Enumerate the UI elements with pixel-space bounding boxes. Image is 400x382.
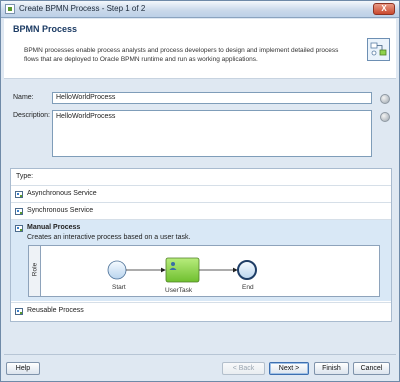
start-event-icon bbox=[107, 260, 127, 280]
app-icon bbox=[5, 4, 15, 14]
type-option-synchronous-service[interactable]: Synchronous Service bbox=[11, 202, 391, 219]
type-option-label: Asynchronous Service bbox=[27, 190, 97, 197]
create-bpmn-process-dialog: Create BPMN Process - Step 1 of 2 X BPMN… bbox=[0, 0, 400, 382]
window-title: Create BPMN Process - Step 1 of 2 bbox=[19, 4, 146, 13]
bpmn-process-icon bbox=[367, 38, 390, 61]
name-help-icon[interactable] bbox=[380, 94, 390, 104]
description-field[interactable]: HelloWorldProcess bbox=[52, 110, 372, 157]
type-option-label: Synchronous Service bbox=[27, 207, 94, 214]
type-panel: Type: Asynchronous Service Synchronous S… bbox=[10, 168, 392, 322]
end-event-icon bbox=[237, 260, 257, 280]
service-icon bbox=[15, 191, 23, 198]
finish-button[interactable]: Finish bbox=[314, 362, 349, 375]
help-button[interactable]: Help bbox=[6, 362, 40, 375]
name-label: Name: bbox=[13, 94, 34, 101]
start-event-label: Start bbox=[112, 284, 126, 291]
process-icon bbox=[15, 225, 23, 232]
description-help-icon[interactable] bbox=[380, 112, 390, 122]
type-option-label: Manual Process bbox=[27, 224, 81, 231]
process-preview: Role Start UserTask End bbox=[28, 245, 380, 297]
type-label: Type: bbox=[16, 173, 34, 180]
user-task-label: UserTask bbox=[165, 287, 193, 294]
close-button[interactable]: X bbox=[373, 3, 395, 15]
page-description: BPMN processes enable process analysts a… bbox=[24, 47, 339, 63]
description-label: Description: bbox=[13, 112, 50, 119]
type-option-label: Reusable Process bbox=[27, 307, 84, 314]
name-field[interactable]: HelloWorldProcess bbox=[52, 92, 372, 104]
swimlane-header: Role bbox=[29, 246, 41, 296]
type-option-manual-process[interactable]: Manual Process Creates an interactive pr… bbox=[11, 219, 391, 301]
swimlane-label: Role bbox=[31, 262, 39, 277]
footer-divider bbox=[4, 354, 396, 355]
type-option-asynchronous-service[interactable]: Asynchronous Service bbox=[11, 185, 391, 202]
process-flow-diagram bbox=[107, 257, 257, 283]
process-icon bbox=[15, 308, 23, 315]
next-button[interactable]: Next > bbox=[269, 362, 309, 375]
header-panel: BPMN Process BPMN processes enable proce… bbox=[4, 19, 396, 79]
page-title: BPMN Process bbox=[13, 24, 78, 34]
title-bar[interactable]: Create BPMN Process - Step 1 of 2 X bbox=[1, 1, 399, 18]
end-event-label: End bbox=[242, 284, 254, 291]
cancel-button[interactable]: Cancel bbox=[353, 362, 390, 375]
type-option-description: Creates an interactive process based on … bbox=[27, 234, 191, 241]
type-option-reusable-process[interactable]: Reusable Process bbox=[11, 302, 391, 319]
service-icon bbox=[15, 208, 23, 215]
back-button[interactable]: < Back bbox=[222, 362, 265, 375]
